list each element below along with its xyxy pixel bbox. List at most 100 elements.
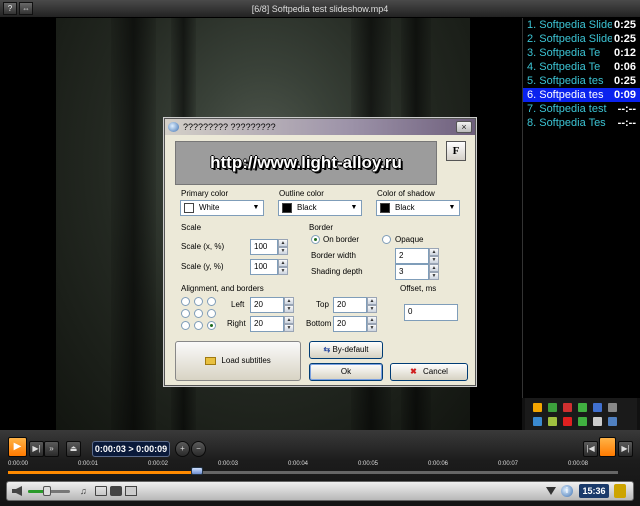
load-subtitles-label: Load subtitles: [221, 356, 271, 365]
help-button[interactable]: ?: [3, 2, 17, 15]
playlist-item-label: 2. Softpedia Slide: [527, 33, 614, 45]
folder-icon[interactable]: [548, 417, 557, 426]
save-list-icon[interactable]: [593, 417, 602, 426]
alignment-radio[interactable]: [181, 309, 190, 318]
next-track-icon[interactable]: ▶|: [618, 441, 633, 457]
pin-button[interactable]: ⇔: [19, 2, 33, 15]
alignment-radio[interactable]: [194, 309, 203, 318]
border-width-stepper[interactable]: ▲ ▼: [429, 248, 439, 264]
clear-icon[interactable]: [563, 417, 572, 426]
scale-y-input[interactable]: 100 ▲ ▼: [250, 259, 288, 275]
volume-thumb[interactable]: [43, 486, 51, 496]
frame-icon[interactable]: [95, 486, 107, 496]
alignment-radio[interactable]: [194, 321, 203, 330]
right-margin-input[interactable]: 20 ▲ ▼: [250, 316, 294, 332]
eject-icon[interactable]: ⏏: [66, 441, 81, 457]
playlist-item-label: 7. Softpedia test: [527, 103, 607, 115]
left-margin-value: 20: [254, 300, 263, 309]
opaque-radio[interactable]: [382, 235, 391, 244]
step-frame-icon[interactable]: ▶|: [29, 441, 44, 457]
info-icon[interactable]: i: [561, 485, 573, 497]
fullscreen-icon[interactable]: [614, 484, 626, 498]
previous-track-icon[interactable]: |◀: [583, 441, 598, 457]
left-margin-stepper[interactable]: ▲ ▼: [284, 297, 294, 313]
alignment-radio[interactable]: [207, 309, 216, 318]
equalizer-icon[interactable]: ♫: [80, 486, 90, 496]
scale-x-input[interactable]: 100 ▲ ▼: [250, 239, 288, 255]
playlist-item[interactable]: 2. Softpedia Slide 0:25: [523, 32, 640, 46]
outline-color-label: Outline color: [279, 189, 324, 198]
playlist-item[interactable]: 5. Softpedia tes 0:25: [523, 74, 640, 88]
playlist-item-duration: --:--: [615, 102, 636, 116]
bottom-margin-stepper[interactable]: ▲ ▼: [367, 316, 377, 332]
alignment-radio[interactable]: [207, 321, 216, 330]
shadow-color-label: Color of shadow: [377, 189, 435, 198]
screenshot-icon[interactable]: [110, 486, 122, 496]
scale-label: Scale: [181, 223, 202, 232]
playlist-item[interactable]: 4. Softpedia Te 0:06: [523, 60, 640, 74]
zoom-in-icon[interactable]: +: [175, 441, 190, 457]
playlist-panel[interactable]: 1. Softpedia Slide 0:25 2. Softpedia Slide…: [522, 18, 640, 398]
shading-depth-stepper[interactable]: ▲ ▼: [429, 264, 439, 280]
alignment-radio[interactable]: [181, 297, 190, 306]
move-down-icon[interactable]: [578, 417, 587, 426]
playlist-item[interactable]: 6. Softpedia tes 0:09: [523, 88, 640, 102]
playlist-item[interactable]: 7. Softpedia test --:--: [523, 102, 640, 116]
dialog-close-button[interactable]: ×: [456, 121, 472, 133]
add-file-icon[interactable]: [548, 403, 557, 412]
list-options-icon[interactable]: [608, 403, 617, 412]
shuffle-icon[interactable]: [533, 417, 542, 426]
shading-depth-input[interactable]: 3 ▲ ▼: [395, 264, 439, 280]
scale-y-label: Scale (y, %): [181, 262, 224, 271]
open-file-icon[interactable]: [533, 403, 542, 412]
playlist-item[interactable]: 3. Softpedia Te 0:12: [523, 46, 640, 60]
border-width-input[interactable]: 2 ▲ ▼: [395, 248, 439, 264]
top-margin-input[interactable]: 20 ▲ ▼: [333, 297, 377, 313]
load-subtitles-button[interactable]: Load subtitles: [175, 341, 301, 381]
top-margin-stepper[interactable]: ▲ ▼: [367, 297, 377, 313]
timeline-tick-label: 0:00:02: [148, 461, 169, 467]
playlist-item-duration: 0:09: [611, 88, 636, 102]
alignment-radio[interactable]: [194, 297, 203, 306]
reset-arrows-icon: ⇆: [323, 345, 331, 354]
scale-x-label: Scale (x, %): [181, 242, 225, 251]
font-button[interactable]: F: [446, 141, 466, 161]
primary-color-select[interactable]: White ▼: [180, 200, 264, 216]
scale-x-stepper[interactable]: ▲ ▼: [278, 239, 288, 255]
by-default-button[interactable]: ⇆ By-default: [309, 341, 383, 359]
playlist-item[interactable]: 8. Softpedia Tes --:--: [523, 116, 640, 130]
outline-color-select[interactable]: Black ▼: [278, 200, 362, 216]
scale-y-stepper[interactable]: ▲ ▼: [278, 259, 288, 275]
ok-button[interactable]: Ok: [309, 363, 383, 381]
bottom-margin-input[interactable]: 20 ▲ ▼: [333, 316, 377, 332]
left-margin-input[interactable]: 20 ▲ ▼: [250, 297, 294, 313]
fast-forward-icon[interactable]: »: [44, 441, 59, 457]
subtitle-settings-dialog: ????????? ????????? × http://www.light-a…: [164, 118, 476, 386]
alignment-radio[interactable]: [207, 297, 216, 306]
bottom-margin-label: Bottom: [306, 319, 332, 328]
on-border-radio[interactable]: [311, 235, 320, 244]
seek-thumb[interactable]: [191, 467, 203, 475]
right-margin-stepper[interactable]: ▲ ▼: [284, 316, 294, 332]
alignment-radio[interactable]: [181, 321, 190, 330]
playlist-item[interactable]: 1. Softpedia Slide 0:25: [523, 18, 640, 32]
cancel-button[interactable]: ✖ Cancel: [390, 363, 468, 381]
remove-file-icon[interactable]: [563, 403, 572, 412]
subtitles-icon[interactable]: [125, 486, 137, 496]
play-button[interactable]: ▶: [8, 437, 27, 457]
outline-color-value: Black: [297, 203, 317, 212]
shading-depth-label: Shading depth: [311, 267, 363, 276]
menu-dropdown-icon[interactable]: [546, 487, 556, 495]
save-disk-icon[interactable]: [608, 417, 617, 426]
timeline-tick-label: 0:00:04: [288, 461, 309, 467]
sort-icon[interactable]: [593, 403, 602, 412]
right-margin-label: Right: [227, 319, 246, 328]
playlist-toggle-icon[interactable]: [599, 437, 616, 457]
offset-input[interactable]: 0: [404, 304, 458, 321]
zoom-out-icon[interactable]: −: [191, 441, 206, 457]
move-up-icon[interactable]: [578, 403, 587, 412]
cancel-label: Cancel: [423, 367, 448, 376]
time-display[interactable]: 0:00:03 > 0:00:09: [92, 441, 170, 457]
shadow-color-select[interactable]: Black ▼: [376, 200, 460, 216]
playlist-item-label: 8. Softpedia Tes: [527, 117, 606, 129]
